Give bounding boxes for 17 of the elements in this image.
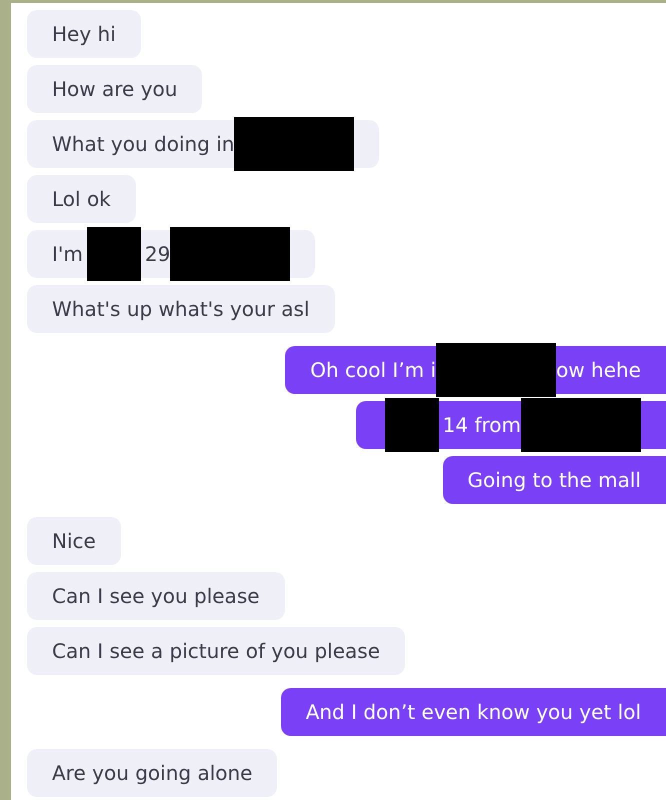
message-text: Can I see a picture of you please bbox=[52, 639, 380, 663]
message-text: How are you bbox=[52, 77, 178, 101]
message-text: Lol ok bbox=[52, 187, 111, 211]
message-text: 14 from bbox=[442, 413, 521, 437]
message-text: Going to the mall bbox=[468, 468, 641, 492]
message-text: Can I see you please bbox=[52, 584, 260, 608]
message-text: What you doing in bbox=[52, 132, 234, 156]
message-text: Nice bbox=[52, 529, 96, 553]
message-text: 29 bbox=[144, 242, 170, 266]
message-text: What's up what's your asl bbox=[52, 297, 310, 321]
message-text: I'm bbox=[52, 242, 83, 266]
redaction-bar bbox=[86, 227, 141, 281]
message-text: Are you going alone bbox=[52, 761, 252, 785]
message-text: Oh cool I’m i bbox=[310, 358, 436, 382]
message-text: And I don’t even know you yet lol bbox=[306, 700, 641, 724]
message-text: Hey hi bbox=[52, 22, 116, 46]
message-text: ow hehe bbox=[556, 358, 641, 382]
